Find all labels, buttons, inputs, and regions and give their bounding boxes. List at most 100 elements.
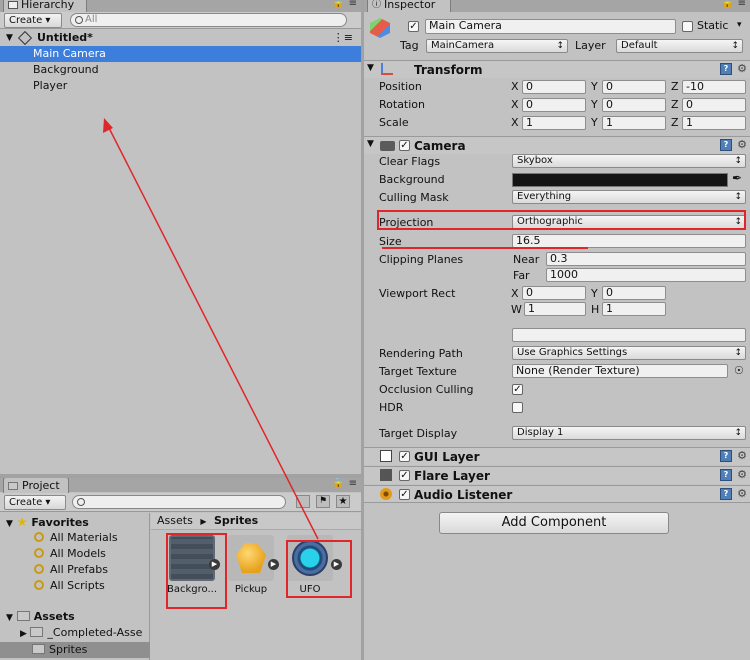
favorite-item[interactable]: All Models: [34, 547, 106, 560]
far-input[interactable]: 1000: [546, 268, 746, 282]
position-y-input[interactable]: 0: [602, 80, 666, 94]
project-create-button[interactable]: Create ▾: [4, 495, 66, 510]
viewport-w-input[interactable]: 1: [524, 302, 586, 316]
foldout-closed-icon[interactable]: ▶: [20, 629, 27, 639]
static-checkbox[interactable]: [682, 21, 693, 32]
foldout-open-icon[interactable]: ▼: [367, 139, 374, 149]
asset-folder-completed[interactable]: ▶ _Completed-Asse: [20, 626, 142, 639]
lock-icon[interactable]: 🔒: [332, 478, 344, 489]
near-input[interactable]: 0.3: [546, 252, 746, 266]
camera-header[interactable]: ▼ ✓ Camera ? ⚙: [364, 136, 750, 154]
project-search-input[interactable]: [72, 495, 286, 509]
tab-menu-icon[interactable]: ≡: [349, 478, 357, 489]
depth-input[interactable]: [512, 328, 746, 342]
add-component-button[interactable]: Add Component: [439, 512, 669, 534]
object-name-input[interactable]: Main Camera: [425, 19, 676, 34]
favorite-star-icon[interactable]: ★: [336, 495, 350, 508]
lock-icon[interactable]: 🔒: [332, 0, 344, 9]
asset-expand-icon[interactable]: ▶: [268, 559, 279, 570]
tab-hierarchy[interactable]: Hierarchy: [3, 0, 87, 12]
gear-icon[interactable]: ⚙: [737, 468, 747, 481]
audio-listener-checkbox[interactable]: ✓: [399, 489, 410, 500]
viewport-h-input[interactable]: 1: [602, 302, 666, 316]
flare-layer-header[interactable]: ✓ Flare Layer ? ⚙: [364, 466, 750, 484]
value: Display 1: [517, 427, 564, 438]
foldout-open-icon[interactable]: ▼: [6, 519, 13, 529]
gear-icon[interactable]: ⚙: [737, 487, 747, 500]
static-dropdown-icon[interactable]: ▾: [737, 20, 742, 30]
tab-menu-icon[interactable]: ≡: [349, 0, 357, 9]
tag-dropdown[interactable]: MainCamera: [426, 39, 568, 53]
size-input[interactable]: 16.5: [512, 234, 746, 248]
help-book-icon[interactable]: ?: [720, 63, 732, 75]
object-picker-icon[interactable]: ☉: [734, 364, 744, 377]
target-texture-field[interactable]: None (Render Texture): [512, 364, 728, 378]
audio-listener-header[interactable]: ✓ Audio Listener ? ⚙: [364, 485, 750, 503]
favorite-item[interactable]: All Scripts: [34, 579, 105, 592]
hierarchy-search-input[interactable]: All: [70, 13, 347, 27]
tab-inspector[interactable]: ⓘ Inspector: [367, 0, 451, 12]
breadcrumb: Assets ▶ Sprites: [151, 513, 361, 530]
gui-layer-checkbox[interactable]: ✓: [399, 451, 410, 462]
gear-icon[interactable]: ⚙: [737, 62, 747, 75]
hierarchy-create-button[interactable]: Create ▾: [4, 13, 62, 28]
rotation-z-input[interactable]: 0: [682, 98, 746, 112]
target-display-dropdown[interactable]: Display 1: [512, 426, 746, 440]
rotation-y-input[interactable]: 0: [602, 98, 666, 112]
scale-y-input[interactable]: 1: [602, 116, 666, 130]
help-book-icon[interactable]: ?: [720, 488, 732, 500]
help-book-icon[interactable]: ?: [720, 469, 732, 481]
favorites-row[interactable]: ▼ ★ Favorites: [6, 515, 89, 529]
help-book-icon[interactable]: ?: [720, 450, 732, 462]
tag-filter-icon[interactable]: ⚑: [316, 495, 330, 508]
asset-ufo[interactable]: UFO: [284, 535, 336, 595]
projection-dropdown[interactable]: Orthographic: [512, 215, 746, 229]
rendering-path-dropdown[interactable]: Use Graphics Settings: [512, 346, 746, 360]
hierarchy-toolbar: Create ▾ All: [0, 12, 361, 29]
scene-menu-icon[interactable]: ⋮≡: [333, 30, 353, 46]
layer-dropdown[interactable]: Default: [616, 39, 743, 53]
eyedropper-icon[interactable]: ✒: [732, 171, 742, 185]
position-z-input[interactable]: -10: [682, 80, 746, 94]
asset-expand-icon[interactable]: ▶: [209, 559, 220, 570]
folder-icon: [32, 644, 45, 654]
foldout-open-icon[interactable]: ▼: [367, 63, 374, 73]
transform-header[interactable]: ▼ Transform ? ⚙: [364, 60, 750, 78]
viewport-x-input[interactable]: 0: [522, 286, 586, 300]
tab-menu-icon[interactable]: ≡: [738, 0, 746, 9]
viewport-y-input[interactable]: 0: [602, 286, 666, 300]
camera-enabled-checkbox[interactable]: ✓: [399, 140, 410, 151]
breadcrumb-assets[interactable]: Assets: [157, 514, 193, 527]
favorite-item[interactable]: All Materials: [34, 531, 118, 544]
hdr-checkbox[interactable]: [512, 402, 523, 413]
hierarchy-item-player[interactable]: Player: [0, 78, 361, 94]
culling-mask-dropdown[interactable]: Everything: [512, 190, 746, 204]
gear-icon[interactable]: ⚙: [737, 138, 747, 151]
position-x-input[interactable]: 0: [522, 80, 586, 94]
clear-flags-dropdown[interactable]: Skybox: [512, 154, 746, 168]
favorite-item[interactable]: All Prefabs: [34, 563, 108, 576]
hierarchy-item-background[interactable]: Background: [0, 62, 361, 78]
occlusion-culling-checkbox[interactable]: ✓: [512, 384, 523, 395]
rotation-x-input[interactable]: 0: [522, 98, 586, 112]
assets-row[interactable]: ▼ Assets: [6, 610, 75, 623]
scene-filter-icon[interactable]: [296, 495, 310, 508]
hierarchy-item-main-camera[interactable]: Main Camera: [0, 46, 361, 62]
breadcrumb-sprites[interactable]: Sprites: [214, 514, 258, 527]
project-panel: Project 🔒 ≡ Create ▾ ⚑ ★ ▼ ★ Favorites A…: [0, 478, 361, 660]
gui-layer-header[interactable]: ✓ GUI Layer ? ⚙: [364, 447, 750, 465]
foldout-open-icon[interactable]: ▼: [6, 30, 13, 46]
asset-expand-icon[interactable]: ▶: [331, 559, 342, 570]
foldout-open-icon[interactable]: ▼: [6, 613, 13, 623]
help-book-icon[interactable]: ?: [720, 139, 732, 151]
scale-x-input[interactable]: 1: [522, 116, 586, 130]
lock-icon[interactable]: 🔒: [721, 0, 733, 9]
asset-folder-sprites[interactable]: Sprites: [0, 642, 150, 658]
scene-row[interactable]: ▼ Untitled* ⋮≡: [0, 30, 361, 46]
gear-icon[interactable]: ⚙: [737, 449, 747, 462]
flare-layer-checkbox[interactable]: ✓: [399, 470, 410, 481]
background-color-field[interactable]: [512, 173, 728, 187]
scale-z-input[interactable]: 1: [682, 116, 746, 130]
active-checkbox[interactable]: ✓: [408, 21, 419, 32]
tab-project[interactable]: Project: [3, 478, 69, 493]
